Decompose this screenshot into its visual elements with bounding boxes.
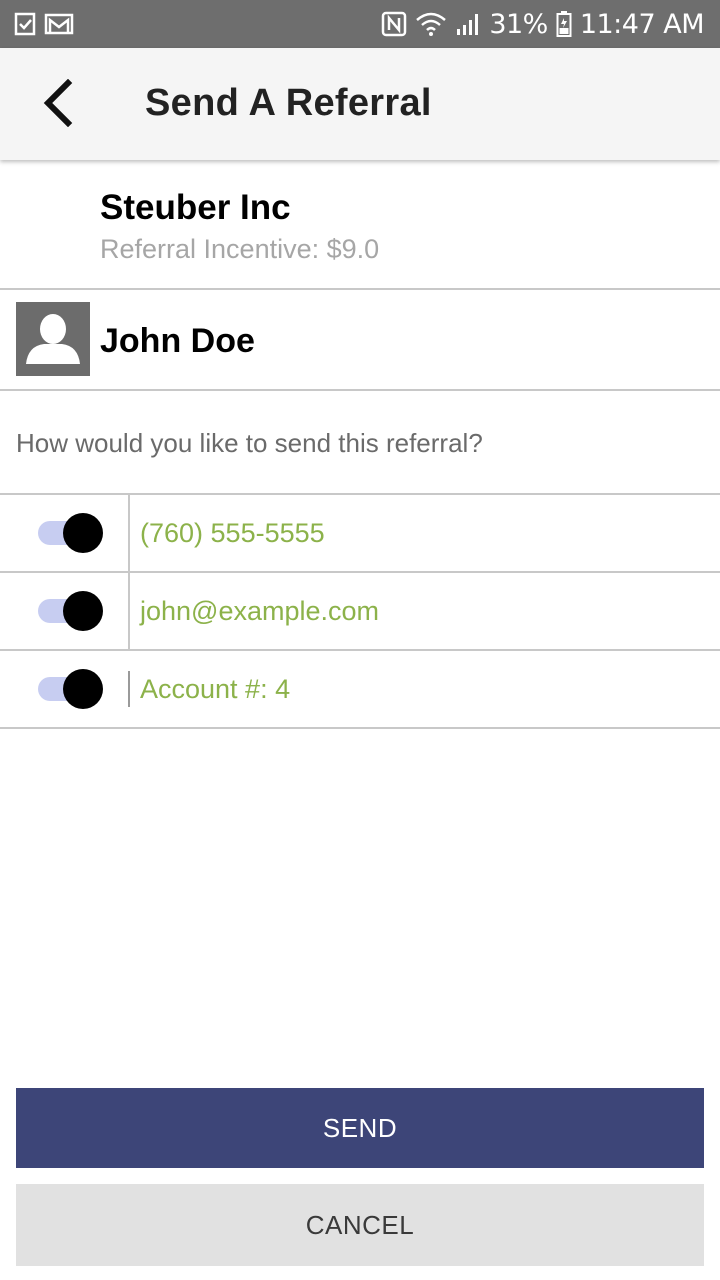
contact-row: John Doe: [0, 290, 720, 391]
status-bar: 31% 11:47 AM: [0, 0, 720, 48]
phone-value: (760) 555-5555: [140, 518, 325, 548]
wifi-icon: [415, 11, 447, 37]
toggle-thumb: [63, 669, 103, 709]
send-button[interactable]: SEND: [16, 1088, 704, 1168]
phone-toggle[interactable]: [38, 513, 104, 553]
option-row-phone: (760) 555-5555: [0, 495, 720, 573]
battery-icon: [556, 10, 572, 38]
gmail-icon: [44, 12, 74, 36]
divider: [128, 671, 130, 707]
toggle-thumb: [63, 513, 103, 553]
status-icons-left: [14, 10, 74, 38]
email-toggle[interactable]: [38, 591, 104, 631]
company-section: Steuber Inc Referral Incentive: $9.0: [0, 160, 720, 290]
cancel-button[interactable]: CANCEL: [16, 1184, 704, 1266]
contact-name: John Doe: [100, 322, 255, 360]
divider: [128, 573, 130, 649]
status-icons-right: 31% 11:47 AM: [381, 0, 705, 48]
back-arrow-icon: [40, 78, 74, 132]
toggle-thumb: [63, 591, 103, 631]
battery-percent: 31%: [489, 8, 548, 40]
divider: [128, 495, 130, 571]
clock: 11:47 AM: [579, 8, 705, 40]
email-value: john@example.com: [140, 596, 380, 626]
send-options-list: (760) 555-5555 john@example.com Account …: [0, 493, 720, 729]
referral-incentive: Referral Incentive: $9.0: [100, 234, 380, 264]
task-icon: [14, 12, 36, 36]
signal-icon: [455, 11, 481, 37]
person-icon: [16, 314, 90, 376]
option-row-account: Account #: 4: [0, 651, 720, 729]
account-toggle[interactable]: [38, 669, 104, 709]
company-name: Steuber Inc: [100, 188, 291, 227]
send-method-question: How would you like to send this referral…: [16, 428, 483, 458]
option-row-email: john@example.com: [0, 573, 720, 651]
app-bar: Send A Referral: [0, 48, 720, 160]
back-button[interactable]: [30, 78, 84, 132]
nfc-icon: [381, 11, 407, 37]
avatar: [16, 302, 90, 376]
account-value: Account #: 4: [140, 674, 291, 704]
page-title: Send A Referral: [145, 82, 432, 124]
